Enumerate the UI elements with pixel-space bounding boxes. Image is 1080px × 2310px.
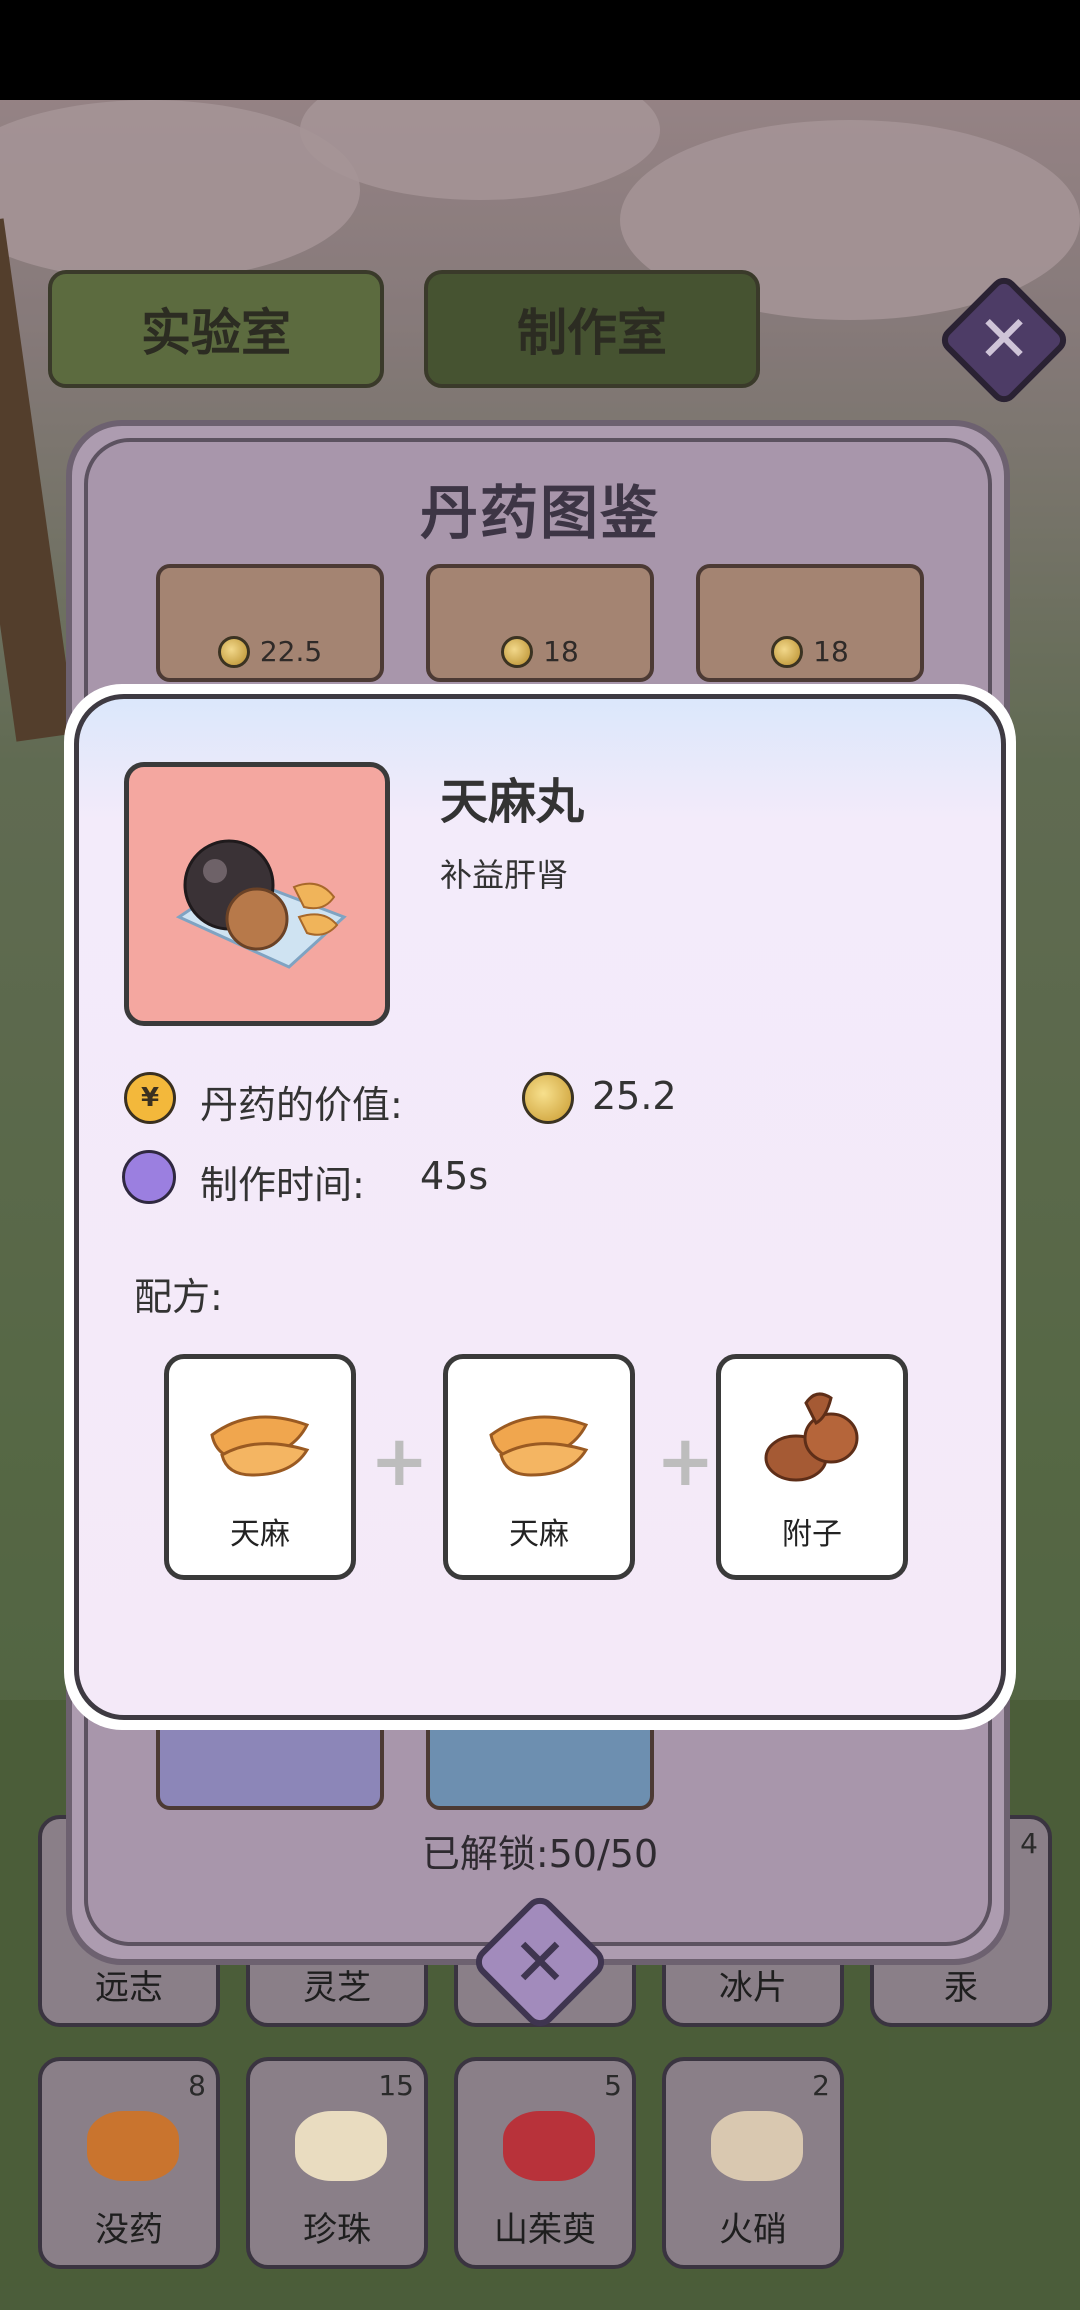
inventory-count: 2: [812, 2069, 830, 2102]
money-bag-icon: ¥: [124, 1072, 176, 1124]
coin-icon: [217, 635, 250, 668]
fuzi-root-icon: [764, 1392, 859, 1482]
ingredient-card[interactable]: 天麻: [164, 1354, 356, 1580]
card-price: 22.5: [160, 635, 380, 668]
price-value: 18: [813, 635, 849, 668]
panel-title: 丹药图鉴: [419, 479, 660, 547]
inventory-item-name: 灵芝: [303, 1968, 371, 2008]
tab-workshop[interactable]: 制作室: [424, 270, 760, 388]
inventory-item-name: 没药: [95, 2210, 163, 2250]
inventory-item-name: 冰片: [719, 1968, 787, 2008]
ingredient-name: 天麻: [230, 1517, 290, 1552]
inventory-slot[interactable]: 15 珍珠: [246, 2057, 428, 2269]
plus-icon: +: [656, 1420, 715, 1502]
price-value: 18: [543, 635, 579, 668]
ingredient-card[interactable]: 附子: [716, 1354, 908, 1580]
pill-name: 天麻丸: [440, 774, 585, 830]
ingredient-name: 天麻: [509, 1517, 569, 1552]
time-label: 制作时间:: [200, 1163, 365, 1207]
inventory-count: 8: [188, 2069, 206, 2102]
value-amount: 25.2: [592, 1074, 677, 1118]
panel-close-button[interactable]: ✕: [469, 1891, 611, 2033]
tianma-root-icon: [489, 1415, 589, 1477]
close-icon: ✕: [512, 1923, 568, 2001]
coin-icon: [522, 1072, 574, 1124]
plus-icon: +: [370, 1420, 429, 1502]
inventory-item-name: 汞: [944, 1968, 978, 2008]
inventory-item-name: 火硝: [719, 2210, 787, 2250]
inventory-item-name: 山茱萸: [494, 2210, 596, 2250]
pill-card[interactable]: 22.5: [156, 564, 384, 682]
pearl-icon: [295, 2111, 387, 2181]
price-value: 22.5: [259, 635, 323, 668]
myrrh-icon: [87, 2111, 179, 2181]
ingredient-name: 附子: [782, 1517, 842, 1552]
inventory-item-name: 远志: [95, 1968, 163, 2008]
inventory-count: 5: [604, 2069, 622, 2102]
card-price: 18: [700, 635, 920, 668]
alarm-clock-icon: [122, 1150, 176, 1204]
ingredient-card[interactable]: 天麻: [443, 1354, 635, 1580]
inventory-slot[interactable]: 8 没药: [38, 2057, 220, 2269]
tianma-root-icon: [210, 1415, 310, 1477]
time-value: 45s: [420, 1154, 489, 1198]
card-price: 18: [430, 635, 650, 668]
saltpeter-icon: [711, 2111, 803, 2181]
unlock-progress: 已解锁:50/50: [421, 1832, 659, 1876]
inventory-item-name: 珍珠: [303, 2210, 371, 2250]
cornus-icon: [503, 2111, 595, 2181]
value-label: 丹药的价值:: [200, 1083, 403, 1127]
recipe-label: 配方:: [134, 1275, 223, 1319]
top-close-button[interactable]: ✕: [936, 272, 1072, 408]
pill-card[interactable]: 18: [696, 564, 924, 682]
tianma-pill-icon: [175, 839, 347, 969]
inventory-slot[interactable]: 5 山茱萸: [454, 2057, 636, 2269]
inventory-slot[interactable]: 2 火硝: [662, 2057, 844, 2269]
inventory-count: 15: [378, 2069, 414, 2102]
coin-icon: [771, 635, 804, 668]
pill-description: 补益肝肾: [440, 856, 569, 894]
tab-laboratory[interactable]: 实验室: [48, 270, 384, 388]
coin-icon: [501, 635, 534, 668]
close-icon: ✕: [977, 303, 1031, 377]
pill-card[interactable]: 18: [426, 564, 654, 682]
pill-image-frame: [124, 762, 390, 1026]
